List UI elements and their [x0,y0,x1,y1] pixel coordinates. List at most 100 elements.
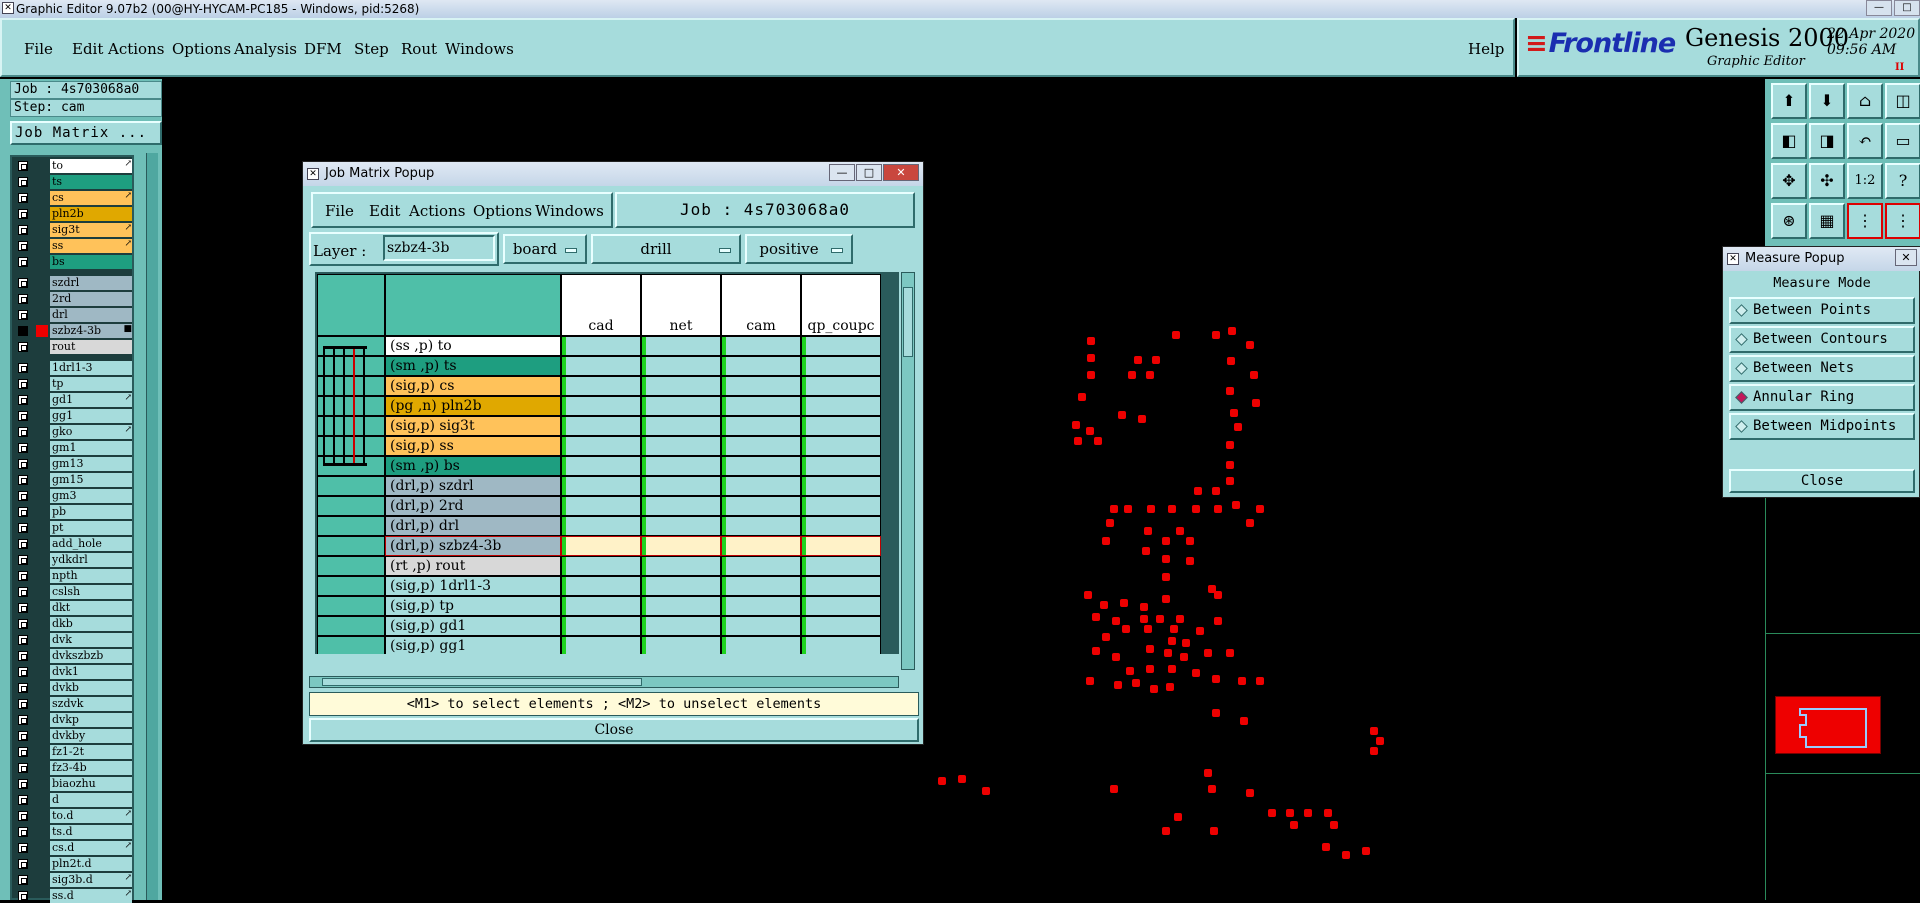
matrix-cell[interactable] [721,356,801,376]
matrix-menu-edit[interactable]: Edit [369,202,400,220]
layer-row[interactable]: ss.d ↗ [14,889,134,903]
matrix-cell[interactable] [801,376,881,396]
maximize-icon[interactable]: □ [1894,0,1920,16]
measure-icon[interactable]: ⊛ [1771,203,1807,239]
layer-checkbox[interactable] [18,507,28,517]
matrix-horizontal-scrollbar[interactable] [309,676,899,688]
matrix-row-handle[interactable] [317,596,385,616]
matrix-row-label[interactable]: (sig,p) ss [385,436,561,456]
layer-checkbox[interactable] [18,731,28,741]
close-icon[interactable]: ✕ [1895,249,1917,266]
maximize-icon[interactable]: □ [856,164,882,181]
matrix-row-label[interactable]: (drl,p) drl [385,516,561,536]
layer-row[interactable]: dvk1 [14,665,134,679]
matrix-cell[interactable] [641,356,721,376]
matrix-cell[interactable] [561,616,641,636]
matrix-cell[interactable] [641,536,721,556]
layer-row[interactable]: gm3 [14,489,134,503]
matrix-step-header[interactable]: net [641,274,721,336]
layer-row[interactable]: drl [14,308,134,322]
matrix-cell[interactable] [641,396,721,416]
matrix-cell[interactable] [801,576,881,596]
matrix-cell[interactable] [721,576,801,596]
layer-checkbox[interactable] [18,209,28,219]
layer-checkbox[interactable] [18,811,28,821]
layer-checkbox[interactable] [18,715,28,725]
layer-row[interactable]: sig3b.d ↗ [14,873,134,887]
layer-row[interactable]: dvkb [14,681,134,695]
layer-checkbox[interactable] [18,363,28,373]
matrix-cell[interactable] [721,376,801,396]
matrix-cell[interactable] [561,436,641,456]
matrix-row-label[interactable]: (sig,p) cs [385,376,561,396]
undo-zoom-icon[interactable]: ↶ [1847,123,1883,159]
matrix-cell[interactable] [801,436,881,456]
layer-row[interactable]: cs.d ↗ [14,841,134,855]
matrix-cell[interactable] [801,356,881,376]
matrix-row-handle[interactable] [317,616,385,636]
matrix-cell[interactable] [561,536,641,556]
layer-row[interactable]: biaozhu [14,777,134,791]
layer-row[interactable]: szdrl [14,276,134,290]
layer-row[interactable]: gm13 [14,457,134,471]
board-overview-thumbnail[interactable] [1775,696,1881,754]
matrix-cell[interactable] [801,396,881,416]
matrix-step-header[interactable]: qp_coupc [801,274,881,336]
matrix-cell[interactable] [801,616,881,636]
layer-checkbox[interactable] [18,294,28,304]
measure-close-button[interactable]: Close [1729,469,1915,493]
layer-checkbox[interactable] [18,555,28,565]
matrix-cell[interactable] [641,336,721,356]
layer-row[interactable]: dvkby [14,729,134,743]
layer-row[interactable]: dvkszbzb [14,649,134,663]
layer-row[interactable]: gm15 [14,473,134,487]
matrix-cell[interactable] [561,636,641,654]
layer-checkbox[interactable] [18,843,28,853]
matrix-menu-file[interactable]: File [325,202,354,220]
measure-option[interactable]: Annular Ring [1729,384,1915,411]
layer-checkbox[interactable] [18,875,28,885]
close-icon[interactable]: ✕ [883,164,919,181]
matrix-menu-windows[interactable]: Windows [535,202,604,220]
layer-row[interactable]: rout [14,340,134,354]
layer-row[interactable]: fz3-4b [14,761,134,775]
menu-windows[interactable]: Windows [445,40,514,58]
menu-actions[interactable]: Actions [108,40,164,58]
fit-icon[interactable]: ✥ [1771,163,1807,199]
menu-analysis[interactable]: Analysis [234,40,297,58]
matrix-cell[interactable] [561,596,641,616]
layer-checkbox[interactable] [18,443,28,453]
matrix-cell[interactable] [721,416,801,436]
layer-checkbox[interactable] [18,635,28,645]
matrix-cell[interactable] [721,556,801,576]
layer-row[interactable]: pln2b [14,207,134,221]
layer-row[interactable]: pln2t.d [14,857,134,871]
matrix-cell[interactable] [561,356,641,376]
matrix-cell[interactable] [721,436,801,456]
layer-row[interactable]: gko ↗ [14,425,134,439]
matrix-cell[interactable] [721,456,801,476]
matrix-cell[interactable] [561,376,641,396]
scroll-thumb[interactable] [322,678,642,686]
matrix-cell[interactable] [801,476,881,496]
menu-file[interactable]: File [24,40,53,58]
menu-step[interactable]: Step [354,40,389,58]
layer-checkbox[interactable] [18,326,28,336]
matrix-row-label[interactable]: (drl,p) szdrl [385,476,561,496]
matrix-cell[interactable] [641,456,721,476]
matrix-cell[interactable] [641,516,721,536]
matrix-cell[interactable] [561,456,641,476]
matrix-cell[interactable] [721,496,801,516]
matrix-cell[interactable] [721,476,801,496]
layer-checkbox[interactable] [18,310,28,320]
matrix-menu-actions[interactable]: Actions [409,202,465,220]
matrix-cell[interactable] [641,576,721,596]
matrix-cell[interactable] [801,456,881,476]
matrix-row-label[interactable]: (sm ,p) ts [385,356,561,376]
matrix-cell[interactable] [721,336,801,356]
matrix-cell[interactable] [561,476,641,496]
layer-checkbox[interactable] [18,379,28,389]
matrix-row-label[interactable]: (sig,p) gd1 [385,616,561,636]
layer-checkbox[interactable] [18,459,28,469]
save-icon[interactable]: ⬇ [1809,83,1845,119]
